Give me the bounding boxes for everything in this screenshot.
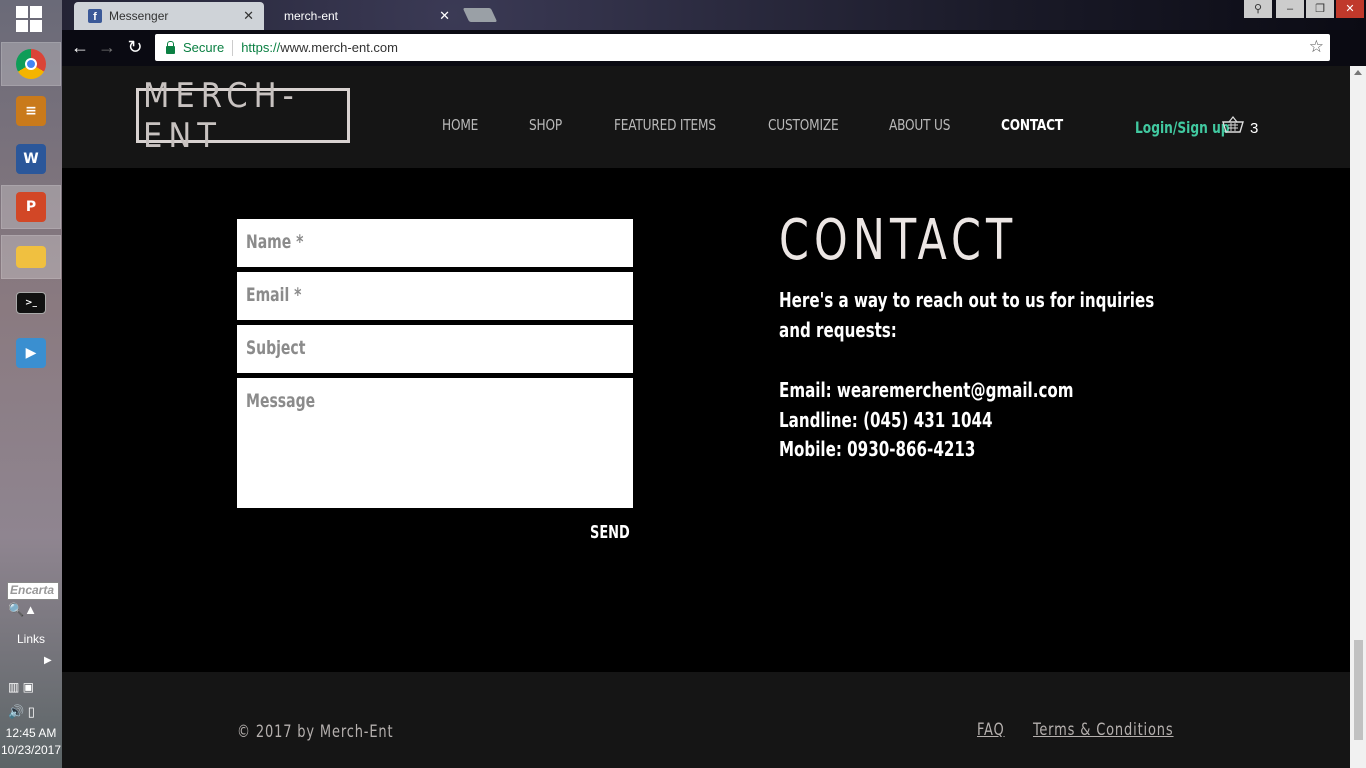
url-host: www.merch-ent.com — [280, 40, 398, 55]
tab-title: merch-ent — [284, 9, 339, 23]
taskbar-word[interactable]: W — [2, 138, 60, 180]
page-scrollbar[interactable] — [1350, 66, 1366, 768]
contact-email: Email: wearemerchent@gmail.com — [779, 378, 1074, 402]
nav-customize[interactable]: CUSTOMIZE — [768, 116, 839, 134]
contact-intro-line-1: Here's a way to reach out to us for inqu… — [779, 288, 1155, 312]
play-icon: ▶ — [16, 338, 46, 368]
tab-merch-ent[interactable]: merch-ent ✕ — [270, 2, 460, 30]
taskbar-file-explorer[interactable] — [1, 235, 61, 279]
new-tab-button[interactable] — [462, 8, 498, 22]
subject-field[interactable]: Subject — [237, 325, 633, 373]
site-logo[interactable]: MERCH-ENT — [136, 76, 350, 156]
scrollbar-thumb[interactable] — [1354, 640, 1363, 740]
close-icon[interactable]: ✕ — [243, 8, 254, 24]
message-placeholder: Message — [246, 390, 316, 412]
browser-tabstrip: f Messenger ✕ merch-ent ✕ ⚲ – ❐ ✕ — [62, 0, 1366, 30]
name-field[interactable]: Name * — [237, 219, 633, 267]
cart-count: 3 — [1250, 120, 1259, 137]
profile-icon[interactable]: ⚲ — [1244, 0, 1272, 18]
bookmark-star-icon[interactable]: ☆ — [1309, 37, 1324, 57]
close-icon[interactable]: ✕ — [439, 8, 450, 24]
copyright-text: © 2017 by Merch-Ent — [237, 722, 394, 742]
subject-placeholder: Subject — [246, 337, 306, 359]
volume-icon[interactable]: 🔊 ▯ — [8, 704, 35, 720]
links-toolbar-label[interactable]: Links — [0, 632, 62, 646]
taskbar-media-player[interactable]: ▶ — [2, 332, 60, 374]
lock-icon — [166, 40, 175, 54]
reload-icon[interactable]: ↻ — [123, 37, 147, 58]
terminal-icon: >_ — [16, 292, 46, 314]
faq-link[interactable]: FAQ — [977, 720, 1005, 740]
nav-featured-items[interactable]: FEATURED ITEMS — [614, 116, 716, 134]
nav-contact[interactable]: CONTACT — [1001, 116, 1063, 134]
expand-arrow-icon[interactable]: ▶ — [44, 655, 52, 666]
chrome-icon — [16, 49, 46, 79]
taskbar-powerpoint[interactable]: P — [1, 185, 61, 229]
windows-start-icon[interactable] — [16, 6, 44, 34]
login-signup-link[interactable]: Login/Sign up — [1135, 118, 1230, 137]
tab-title: Messenger — [109, 9, 169, 23]
forward-arrow-icon[interactable]: → — [95, 37, 119, 58]
email-placeholder: Email * — [246, 284, 302, 306]
email-field[interactable]: Email * — [237, 272, 633, 320]
shopping-basket-icon[interactable] — [1222, 116, 1244, 134]
site-header: MERCH-ENT HOME SHOP FEATURED ITEMS CUSTO… — [62, 66, 1350, 168]
contact-title: CONTACT — [779, 208, 1018, 273]
site-footer: © 2017 by Merch-Ent FAQ Terms & Conditio… — [62, 672, 1350, 768]
back-arrow-icon[interactable]: ← — [68, 37, 92, 58]
word-icon: W — [16, 144, 46, 174]
taskbar-chrome[interactable] — [1, 42, 61, 86]
contact-mobile: Mobile: 0930-866-4213 — [779, 437, 976, 461]
divider — [232, 39, 234, 56]
taskbar-command-prompt[interactable]: >_ — [2, 282, 60, 324]
facebook-icon: f — [88, 9, 102, 23]
tab-messenger[interactable]: f Messenger ✕ — [74, 2, 264, 30]
folder-icon — [16, 246, 46, 268]
clock-time: 12:45 AM — [5, 726, 57, 740]
nav-about-us[interactable]: ABOUT US — [889, 116, 950, 134]
minimize-icon[interactable]: – — [1276, 0, 1304, 18]
taskbar-winrar[interactable]: ≡ — [2, 90, 60, 132]
scroll-up-icon[interactable] — [1354, 70, 1362, 75]
contact-intro-line-2: and requests: — [779, 318, 897, 342]
clock-date: 10/23/2017 — [0, 743, 62, 757]
search-tools-icon[interactable]: 🔍▲ — [8, 602, 37, 618]
nav-shop[interactable]: SHOP — [529, 116, 562, 134]
encarta-search-input[interactable]: Encarta — [7, 582, 59, 600]
name-placeholder: Name * — [246, 231, 304, 253]
close-window-icon[interactable]: ✕ — [1336, 0, 1364, 18]
windows-taskbar: ≡ W P >_ ▶ Encarta 🔍▲ Links ▶ ▥ ▣ 🔊 ▯ 12… — [0, 0, 62, 768]
contact-landline: Landline: (045) 431 1044 — [779, 408, 993, 432]
web-page: MERCH-ENT HOME SHOP FEATURED ITEMS CUSTO… — [62, 66, 1350, 768]
url-scheme: https:// — [241, 40, 281, 55]
message-field[interactable]: Message — [237, 378, 633, 508]
send-button[interactable]: SEND — [590, 522, 630, 543]
archive-icon: ≡ — [16, 96, 46, 126]
security-label: Secure — [183, 40, 225, 55]
network-icon[interactable]: ▥ ▣ — [8, 680, 34, 694]
system-clock[interactable]: 12:45 AM 10/23/2017 — [0, 725, 62, 759]
restore-icon[interactable]: ❐ — [1306, 0, 1334, 18]
browser-toolbar: ← → ↻ Secure https://www.merch-ent.com ☆ — [62, 30, 1366, 66]
powerpoint-icon: P — [16, 192, 46, 222]
nav-home[interactable]: HOME — [442, 116, 478, 134]
terms-link[interactable]: Terms & Conditions — [1033, 720, 1174, 740]
address-bar[interactable]: Secure https://www.merch-ent.com ☆ — [155, 34, 1330, 61]
